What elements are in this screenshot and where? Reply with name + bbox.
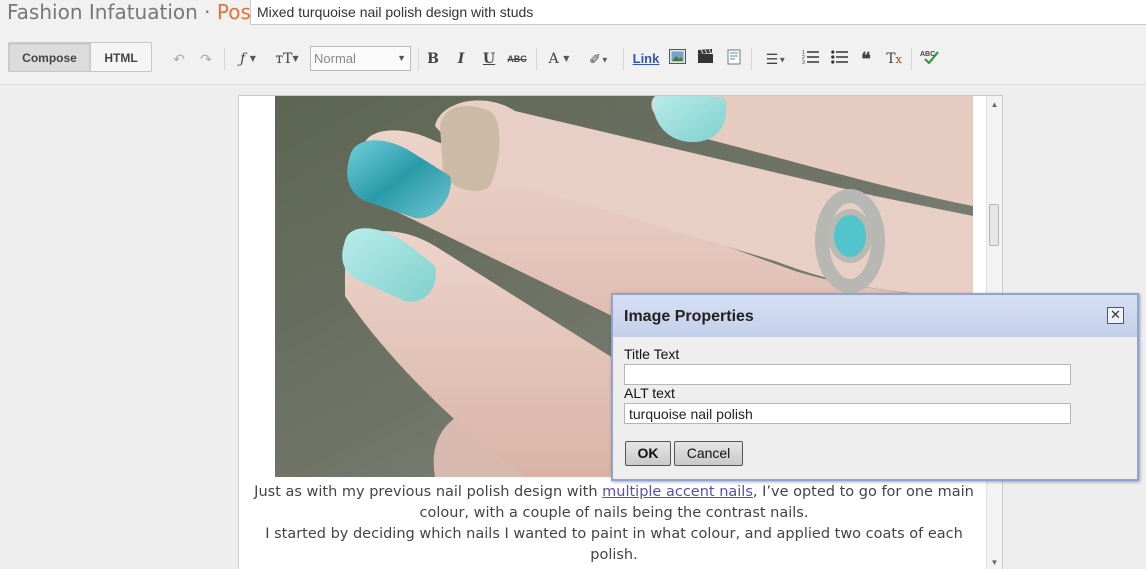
blog-name[interactable]: Fashion Infatuation bbox=[7, 0, 198, 24]
toolbar-divider bbox=[751, 48, 752, 70]
link-button[interactable]: Link bbox=[630, 49, 662, 69]
post-body[interactable]: Just as with my previous nail polish des… bbox=[254, 482, 974, 566]
toolbar-divider bbox=[418, 48, 419, 70]
format-value: Normal bbox=[314, 51, 356, 66]
title-text-input[interactable] bbox=[624, 364, 1071, 385]
close-icon[interactable]: ✕ bbox=[1107, 307, 1124, 324]
dialog-titlebar[interactable]: Image Properties ✕ bbox=[613, 295, 1137, 337]
scroll-thumb[interactable] bbox=[989, 204, 999, 246]
toolbar-divider bbox=[911, 48, 912, 70]
bulleted-list-icon[interactable] bbox=[829, 49, 849, 69]
quote-icon[interactable]: ❝ bbox=[857, 49, 875, 69]
redo-icon[interactable]: ↷ bbox=[197, 49, 215, 69]
font-size-icon[interactable]: тT▼ bbox=[270, 49, 304, 69]
alt-text-label: ALT text bbox=[624, 385, 675, 401]
ok-button[interactable]: OK bbox=[625, 441, 671, 466]
title-text-label: Title Text bbox=[624, 346, 680, 362]
toolbar-divider bbox=[623, 48, 624, 70]
paragraph-1: Just as with my previous nail polish des… bbox=[254, 484, 974, 521]
scroll-down-arrow-icon[interactable]: ▼ bbox=[987, 556, 1002, 569]
underline-icon[interactable]: U bbox=[481, 49, 497, 69]
formatting-toolbar: Compose HTML ↶ ↷ ƒ ▼ тT▼ B I U ABC A ▼ ✐… bbox=[0, 38, 1146, 85]
image-icon[interactable] bbox=[668, 49, 686, 69]
toolbar-divider bbox=[536, 48, 537, 70]
spellcheck-icon[interactable]: ABC bbox=[919, 49, 941, 69]
scroll-up-arrow-icon[interactable]: ▲ bbox=[987, 98, 1002, 112]
cancel-button[interactable]: Cancel bbox=[674, 441, 743, 466]
paragraph-format-select[interactable]: Normal ▼ bbox=[310, 46, 411, 71]
post-title-input[interactable] bbox=[250, 0, 1146, 25]
title-separator: · bbox=[204, 0, 211, 24]
video-icon[interactable] bbox=[696, 49, 714, 69]
undo-icon[interactable]: ↶ bbox=[170, 49, 188, 69]
highlight-icon[interactable]: ✐▼ bbox=[582, 49, 616, 69]
jump-break-icon[interactable] bbox=[725, 49, 743, 69]
strikethrough-icon[interactable]: ABC bbox=[506, 49, 528, 69]
html-tab[interactable]: HTML bbox=[90, 42, 152, 72]
text-color-icon[interactable]: A ▼ bbox=[543, 49, 575, 69]
svg-text:3: 3 bbox=[802, 60, 805, 64]
bold-icon[interactable]: B bbox=[425, 49, 441, 69]
paragraph-2: I started by deciding which nails I want… bbox=[265, 526, 963, 563]
dialog-title: Image Properties bbox=[624, 308, 754, 325]
blog-title[interactable]: Fashion Infatuation · Post bbox=[7, 0, 259, 24]
align-icon[interactable]: ☰▼ bbox=[759, 49, 793, 69]
italic-icon[interactable]: I bbox=[453, 49, 469, 69]
image-properties-dialog: Image Properties ✕ Title Text ALT text O… bbox=[611, 293, 1139, 481]
numbered-list-icon[interactable]: 123 bbox=[800, 49, 820, 69]
compose-tab[interactable]: Compose bbox=[8, 42, 91, 72]
font-family-icon[interactable]: ƒ ▼ bbox=[232, 49, 264, 69]
alt-text-input[interactable] bbox=[624, 403, 1071, 424]
chevron-down-icon: ▼ bbox=[397, 53, 406, 63]
editor-header: Fashion Infatuation · Post bbox=[0, 0, 1146, 38]
toolbar-divider bbox=[224, 48, 225, 70]
accent-nails-link[interactable]: multiple accent nails bbox=[602, 484, 753, 500]
remove-formatting-icon[interactable]: Tx bbox=[884, 49, 904, 69]
